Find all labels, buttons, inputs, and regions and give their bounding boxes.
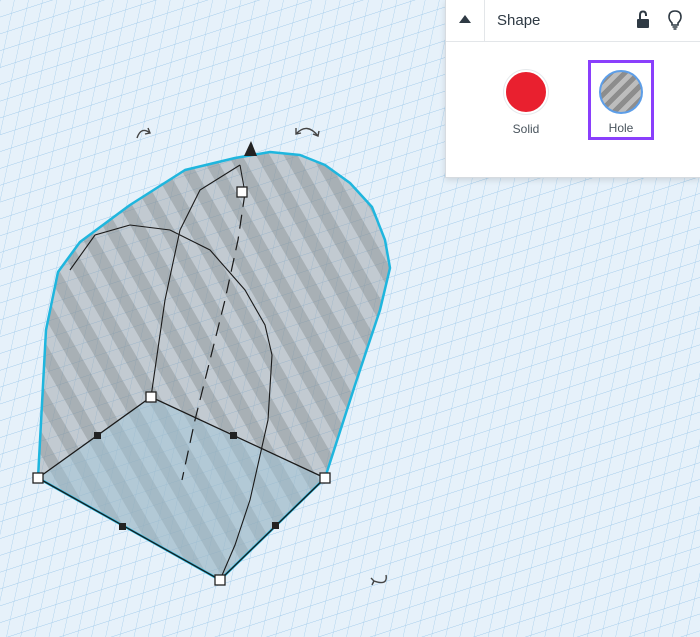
lightbulb-icon	[668, 10, 682, 30]
lock-button[interactable]	[632, 9, 654, 31]
corner-handle-left[interactable]	[32, 472, 44, 484]
edge-handle[interactable]	[94, 432, 101, 439]
collapse-button[interactable]	[446, 0, 485, 41]
panel-header: Shape	[446, 0, 700, 42]
edge-handle[interactable]	[272, 522, 279, 529]
panel-title: Shape	[497, 12, 541, 29]
solid-option[interactable]: Solid	[491, 62, 561, 142]
unlock-icon	[637, 10, 649, 28]
shape-inspector-panel: Shape Solid Hole	[445, 0, 700, 178]
notes-button[interactable]	[664, 8, 686, 32]
top-height-handle[interactable]	[236, 186, 248, 198]
edge-handle[interactable]	[230, 432, 237, 439]
hole-label: Hole	[608, 121, 634, 135]
edge-handle[interactable]	[119, 523, 126, 530]
hole-swatch	[599, 70, 643, 114]
solid-swatch	[504, 70, 548, 114]
corner-handle-front[interactable]	[214, 574, 226, 586]
triangle-up-icon	[459, 15, 471, 23]
solid-label: Solid	[512, 122, 540, 136]
corner-handle-back[interactable]	[145, 391, 157, 403]
corner-handle-right[interactable]	[319, 472, 331, 484]
hole-option[interactable]: Hole	[588, 60, 654, 140]
